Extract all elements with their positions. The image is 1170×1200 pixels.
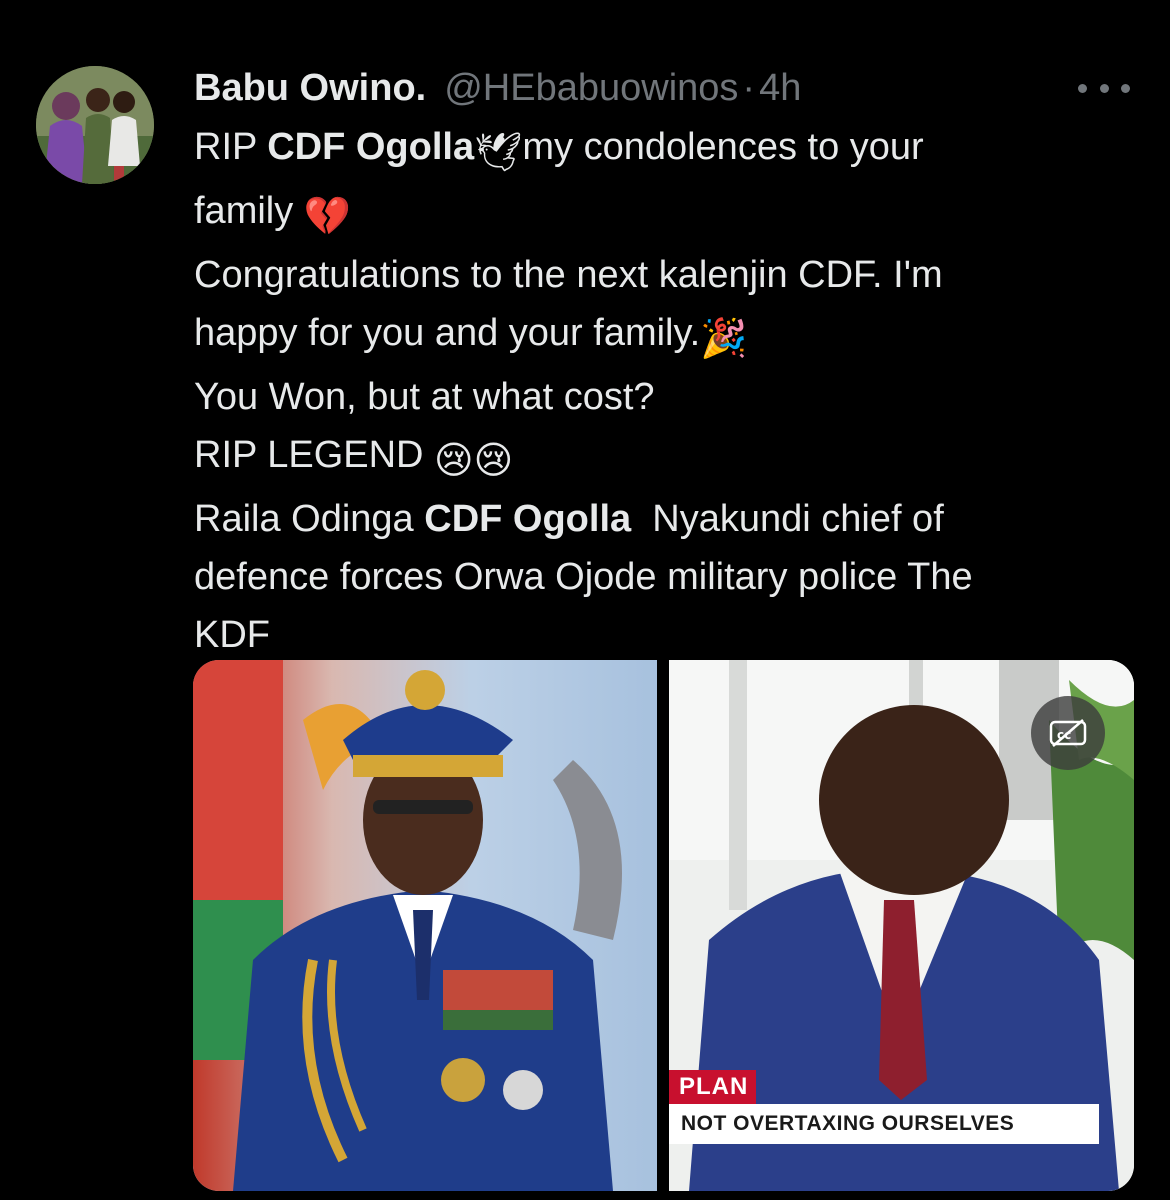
display-name[interactable]: Babu Owino. bbox=[194, 67, 426, 110]
text-line-3: Congratulations to the next kalenjin CDF… bbox=[194, 254, 943, 296]
closed-captions-icon[interactable]: cc bbox=[1031, 696, 1105, 770]
media-video[interactable]: cc PLAN NOT OVERTAXING OURSELVES bbox=[669, 660, 1134, 1191]
ticker-tag: PLAN bbox=[669, 1070, 757, 1104]
mention-cdf-ogolla[interactable]: CDF Ogolla bbox=[267, 126, 474, 168]
text-line-6: RIP LEGEND 😢😢 bbox=[194, 426, 1144, 490]
text-line-1: RIP CDF Ogolla🕊my condolences to your bbox=[194, 118, 1144, 182]
media-grid: cc PLAN NOT OVERTAXING OURSELVES bbox=[193, 660, 1134, 1191]
text-line-4: happy for you and your family.🎉 bbox=[194, 304, 1144, 368]
ellipsis-icon[interactable] bbox=[1078, 72, 1130, 104]
text-line-8: defence forces Orwa Ojode military polic… bbox=[194, 556, 973, 598]
text-line-2: family 💔 bbox=[194, 182, 1144, 246]
ticker-text: NOT OVERTAXING OURSELVES bbox=[669, 1104, 1099, 1144]
tweet[interactable]: Babu Owino. @HEbabuowinos · 4h RIP CDF O… bbox=[0, 0, 1170, 1200]
text-line-5: You Won, but at what cost? bbox=[194, 376, 655, 418]
media-gap bbox=[657, 660, 669, 1191]
media-image-general[interactable] bbox=[193, 660, 657, 1191]
mention-cdf-ogolla-2[interactable]: CDF Ogolla bbox=[424, 498, 631, 540]
avatar[interactable] bbox=[36, 66, 154, 184]
avatar-image bbox=[36, 66, 154, 184]
tweet-header: Babu Owino. @HEbabuowinos · 4h bbox=[194, 64, 801, 112]
user-handle[interactable]: @HEbabuowinos bbox=[444, 67, 738, 110]
party-popper-icon: 🎉 bbox=[700, 318, 748, 360]
broken-heart-icon: 💔 bbox=[303, 196, 352, 238]
text-line-9: KDF bbox=[194, 614, 270, 656]
text-line-7: Raila Odinga CDF Ogolla Nyakundi chief o… bbox=[194, 498, 944, 540]
general-photo bbox=[193, 660, 657, 1191]
timestamp[interactable]: 4h bbox=[759, 67, 801, 110]
crying-face-icon: 😢😢 bbox=[434, 440, 514, 482]
dove-icon: 🕊 bbox=[474, 132, 523, 174]
separator-dot: · bbox=[742, 66, 756, 109]
tweet-text: RIP CDF Ogolla🕊my condolences to your fa… bbox=[194, 118, 1144, 664]
